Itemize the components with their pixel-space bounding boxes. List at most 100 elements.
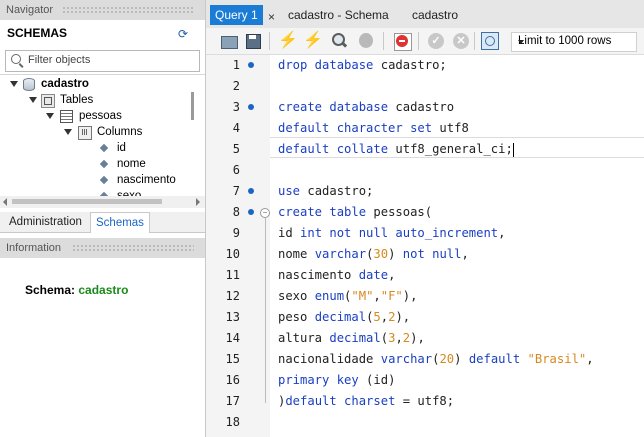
code-line[interactable]: peso decimal(5,2), [278,307,410,328]
information-header: Information [0,238,205,258]
code-text: cadastro [388,100,455,114]
column-icon [99,175,109,185]
code-text: cadastro; [373,58,447,72]
execute-current-icon[interactable]: ⚡ [303,32,323,50]
statement-marker-icon[interactable] [248,104,254,110]
tree-item-table[interactable]: pessoas [0,108,205,124]
tree-label: id [117,142,126,154]
line-number: 9 [232,226,240,240]
tab-administration[interactable]: Administration [4,212,87,232]
folder-icon [41,94,55,108]
line-number: 15 [225,352,240,366]
autocommit-icon[interactable] [481,32,499,50]
tree-label: Columns [97,126,143,138]
code-text: sexo [278,289,315,303]
code-line[interactable]: nascimento date, [278,265,395,286]
stop-icon[interactable] [357,32,375,50]
code-line[interactable]: nacionalidade varchar(20) default "Brasi… [278,349,594,370]
fold-guide [265,218,266,403]
tree-item-columns[interactable]: Columns [0,124,205,140]
open-file-icon[interactable] [220,32,238,50]
refresh-icon[interactable]: ⟳ [178,28,190,40]
line-number: 5 [232,142,240,156]
line-number: 18 [225,415,240,429]
keyword: decimal [329,331,381,345]
toolbar-separator [269,32,270,50]
keyword: varchar [380,352,433,366]
code-text: peso [278,310,315,324]
left-sidebar: Navigator SCHEMAS ⟳ cadastro Tables pess… [0,0,206,437]
save-icon[interactable] [244,32,262,50]
tree-item-tables[interactable]: Tables [0,92,205,108]
code-line[interactable]: id int not null auto_increment, [278,223,505,244]
literal: 20 [439,352,455,366]
code-line[interactable]: altura decimal(3,2), [278,328,425,349]
keyword: default character set [278,121,433,135]
explain-icon[interactable] [330,32,348,50]
code-line[interactable]: drop database cadastro; [278,55,447,76]
tree-label: nascimento [117,174,176,186]
code-line[interactable]: primary key (id) [278,370,395,391]
tree-item-column[interactable]: nome [0,156,205,172]
code-text: , [586,352,594,366]
horizontal-scrollbar[interactable] [0,196,205,208]
tab-cadastro-schema[interactable]: cadastro - Schema [288,5,389,25]
code-line[interactable]: create database cadastro [278,97,454,118]
toggle-error-icon[interactable] [393,32,412,51]
tree-item-column[interactable]: nascimento [0,172,205,188]
panel-grip[interactable] [62,6,194,14]
tree-item-column[interactable]: id [0,140,205,156]
code-line[interactable]: sexo enum("M","F"), [278,286,417,307]
code-line[interactable]: use cadastro; [278,181,373,202]
commit-icon[interactable]: ✓ [427,32,445,50]
keyword: varchar [314,247,367,261]
expand-toggle-icon[interactable] [29,97,37,103]
close-tab-icon[interactable]: × [268,7,275,27]
scroll-right-icon[interactable] [196,198,200,206]
panel-grip[interactable] [72,244,194,252]
fold-toggle-icon[interactable]: − [260,208,270,218]
limit-rows-select[interactable]: Limit to 1000 rows [511,32,637,52]
tree-label: pessoas [79,110,122,122]
statement-marker-icon[interactable] [248,188,254,194]
code-line[interactable]: )default charset = utf8; [278,391,454,412]
tree-item-column[interactable]: sexo [0,188,205,196]
keyword: use [278,184,301,198]
literal: "Brasil" [527,352,587,366]
limit-rows-value: Limit to 1000 rows [518,35,612,47]
code-line[interactable]: default collate utf8_general_ci; [278,139,514,160]
tab-query-1[interactable]: Query 1 [210,5,263,25]
code-text: ) [454,352,469,366]
code-line[interactable]: default character set utf8 [278,118,469,139]
expand-toggle-icon[interactable] [64,129,72,135]
statement-marker-icon[interactable] [248,62,254,68]
navigator-title: Navigator [6,4,54,16]
code-text: , [380,310,389,324]
code-line[interactable]: create table pessoas( [278,202,432,223]
code-text: ( [380,331,389,345]
tab-cadastro[interactable]: cadastro [412,5,458,25]
schema-label: Schema: [25,283,76,297]
filter-input[interactable] [28,53,193,67]
schemas-heading: SCHEMAS [7,26,68,40]
table-icon [60,110,73,123]
toolbar-separator [383,32,384,50]
keyword: default charset [285,394,396,408]
sql-toolbar: ⚡ ⚡ ✓ ✕ Limit to 1000 rows [206,28,644,55]
tree-label: nome [117,158,146,170]
tab-schemas[interactable]: Schemas [90,212,150,233]
schema-tree: cadastro Tables pessoas Columns id nome … [0,76,205,196]
line-number: 11 [225,268,240,282]
rollback-icon[interactable]: ✕ [452,32,470,50]
code-line[interactable]: nome varchar(30) not null, [278,244,469,265]
execute-icon[interactable]: ⚡ [278,32,298,50]
expand-toggle-icon[interactable] [46,113,54,119]
vertical-scrollbar[interactable] [191,92,194,120]
scroll-thumb[interactable] [12,199,162,204]
scroll-left-icon[interactable] [3,198,7,206]
filter-box[interactable] [5,50,200,72]
expand-toggle-icon[interactable] [10,81,18,87]
literal: 30 [373,247,389,261]
tree-item-db[interactable]: cadastro [0,76,205,92]
statement-marker-icon[interactable] [248,209,254,215]
